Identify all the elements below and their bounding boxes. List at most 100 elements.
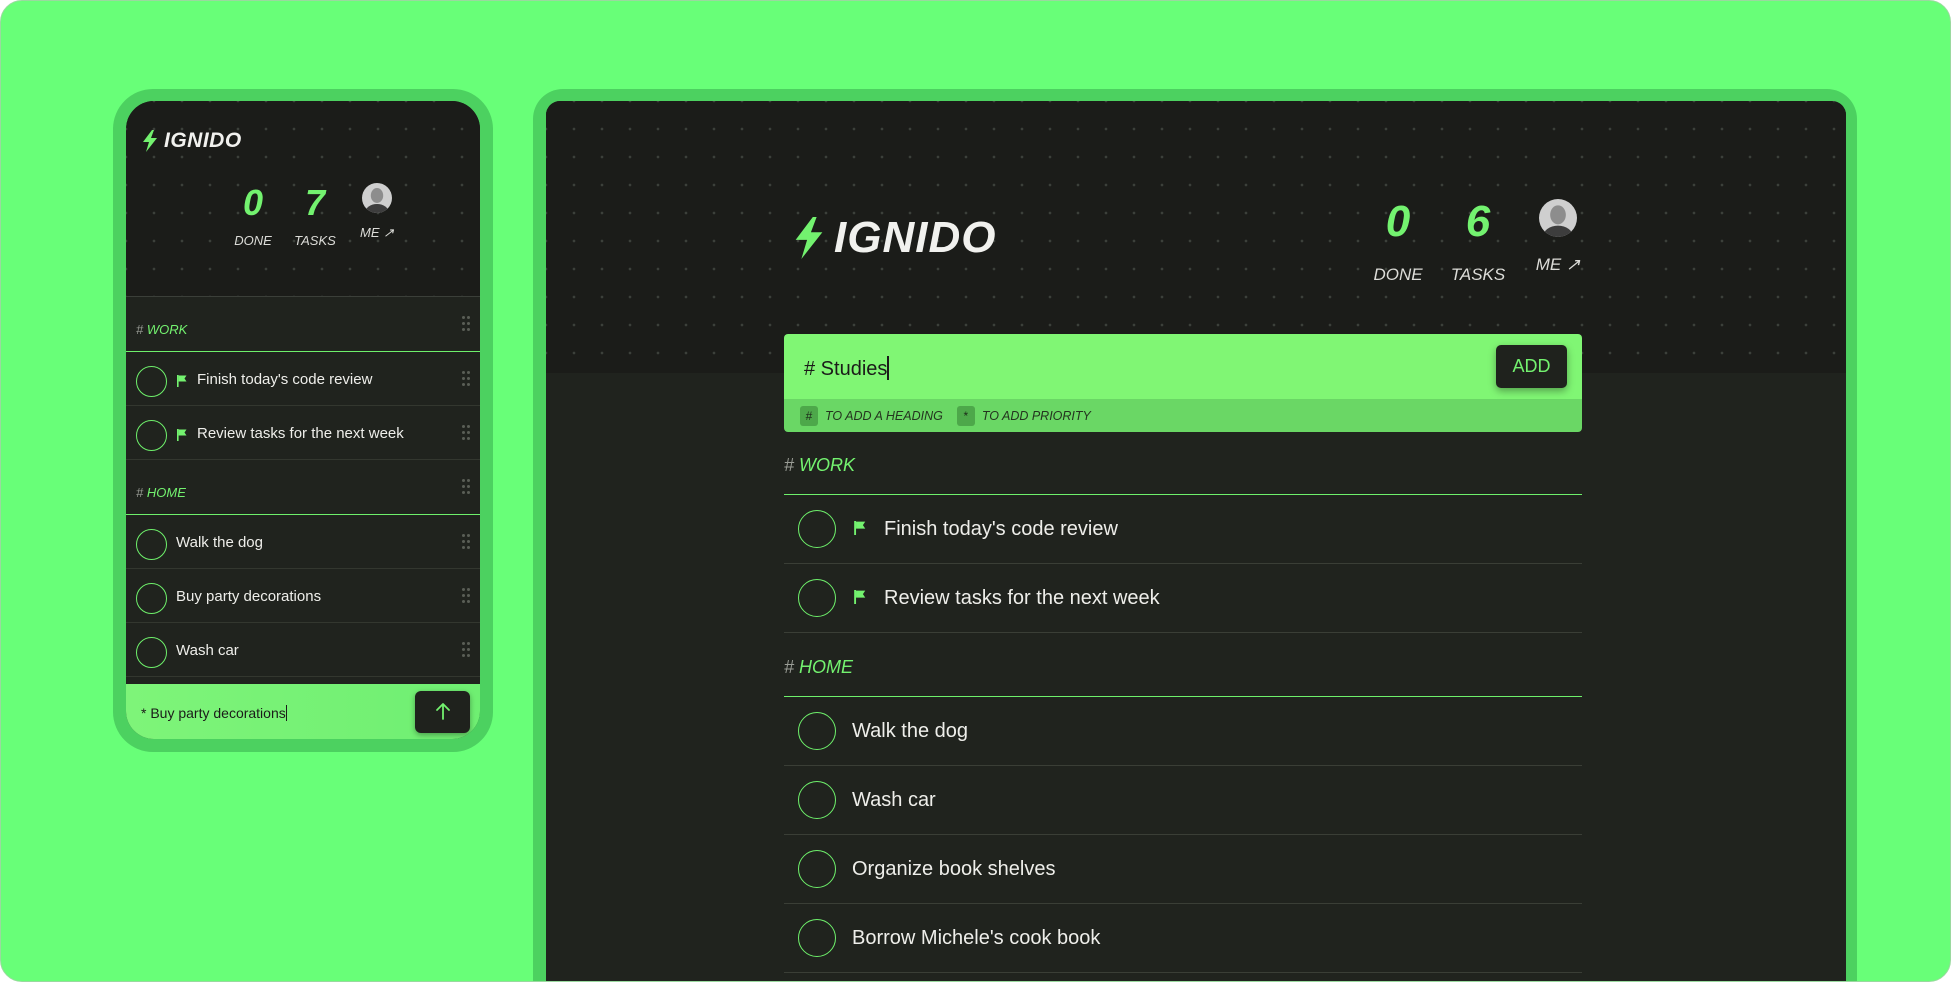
heading-hint-text: TO ADD A HEADING [825, 408, 943, 423]
tasks-stat: 7 TASKS [284, 181, 346, 248]
task-checkbox[interactable] [798, 712, 836, 750]
mobile-task-list: # WORK Finish today's code review Review… [126, 297, 480, 677]
task-row[interactable]: Borrow Michele's cook book [784, 904, 1582, 973]
task-checkbox[interactable] [136, 420, 167, 451]
task-text: Buy party decorations [176, 588, 322, 605]
section-heading-work[interactable]: # WORK [784, 446, 1582, 495]
task-row[interactable]: Walk the dog [126, 515, 480, 569]
arrow-up-icon [435, 702, 451, 723]
text-caret [887, 356, 889, 380]
priority-flag-icon [854, 590, 866, 609]
task-text: Wash car [852, 789, 936, 811]
task-text: Wash car [176, 642, 239, 659]
section-heading-home[interactable]: # HOME [126, 460, 480, 515]
lightning-bolt-icon [142, 130, 158, 152]
desktop-task-list: # WORK Finish today's code review Review… [784, 446, 1582, 973]
desktop-stats: 0 DONE 6 TASKS ME ↗ [1358, 197, 1598, 285]
drag-handle-icon[interactable] [462, 588, 470, 604]
desktop-task-input[interactable]: # Studies ADD # TO ADD A HEADING * TO AD… [784, 334, 1582, 432]
task-row[interactable]: Wash car [126, 623, 480, 677]
avatar [1539, 199, 1577, 237]
task-checkbox[interactable] [136, 366, 167, 397]
send-button[interactable] [415, 691, 470, 733]
task-text: Finish today's code review [197, 371, 373, 388]
task-text: Review tasks for the next week [197, 425, 404, 442]
tasks-count: 6 [1465, 197, 1491, 246]
mobile-stats: 0 DONE 7 TASKS ME ↗ [222, 181, 408, 248]
task-checkbox[interactable] [798, 579, 836, 617]
task-checkbox[interactable] [798, 919, 836, 957]
priority-hint: * TO ADD PRIORITY [956, 405, 1091, 426]
task-text: Finish today's code review [884, 518, 1118, 540]
task-text: Organize book shelves [852, 858, 1056, 880]
task-row[interactable]: Finish today's code review [784, 495, 1582, 564]
me-link[interactable]: ME ↗ [346, 181, 408, 248]
section-heading-home[interactable]: # HOME [784, 648, 1582, 697]
hash-symbol: # [784, 657, 795, 677]
desktop-brand[interactable]: IGNIDO [792, 213, 996, 263]
task-row[interactable]: Wash car [784, 766, 1582, 835]
me-label: ME ↗ [359, 225, 394, 240]
section-title: WORK [799, 455, 856, 475]
task-row[interactable]: Walk the dog [784, 697, 1582, 766]
brand-name: IGNIDO [834, 213, 997, 262]
task-text: Borrow Michele's cook book [852, 927, 1101, 949]
priority-flag-icon [177, 374, 187, 392]
done-label: DONE [1373, 265, 1423, 284]
tasks-label: TASKS [294, 233, 336, 248]
section-title: HOME [146, 485, 186, 500]
section-heading-work[interactable]: # WORK [126, 297, 480, 352]
mobile-task-input[interactable]: * Buy party decorations [126, 684, 480, 739]
brand-name: IGNIDO [164, 129, 242, 152]
add-button[interactable]: ADD [1496, 345, 1567, 388]
drag-handle-icon[interactable] [462, 371, 470, 387]
done-stat: 0 DONE [1358, 197, 1438, 285]
task-checkbox[interactable] [136, 529, 167, 560]
task-row[interactable]: Finish today's code review [126, 352, 480, 406]
task-checkbox[interactable] [798, 781, 836, 819]
asterisk-key: * [956, 405, 975, 426]
drag-handle-icon[interactable] [462, 316, 470, 332]
task-checkbox[interactable] [136, 637, 167, 668]
priority-flag-icon [854, 521, 866, 540]
task-row[interactable]: Review tasks for the next week [784, 564, 1582, 633]
input-hints: # TO ADD A HEADING * TO ADD PRIORITY [784, 399, 1582, 432]
task-checkbox[interactable] [798, 850, 836, 888]
hash-symbol: # [136, 322, 144, 337]
priority-hint-text: TO ADD PRIORITY [981, 408, 1091, 423]
priority-flag-icon [177, 428, 187, 446]
hash-key: # [800, 405, 818, 426]
section-title: HOME [799, 657, 854, 677]
mobile-app: IGNIDO 0 DONE 7 TASKS ME ↗ # WORK Finish… [126, 101, 480, 739]
mobile-header: IGNIDO 0 DONE 7 TASKS ME ↗ [126, 101, 480, 297]
showcase-background: IGNIDO 0 DONE 7 TASKS ME ↗ # WORK Finish… [0, 0, 1951, 982]
mobile-brand[interactable]: IGNIDO [142, 129, 242, 153]
task-input-value: * Buy party decorations [141, 705, 286, 721]
task-checkbox[interactable] [136, 583, 167, 614]
task-row[interactable]: Organize book shelves [784, 835, 1582, 904]
tasks-count: 7 [304, 182, 326, 223]
task-row[interactable]: Buy party decorations [126, 569, 480, 623]
done-stat: 0 DONE [222, 181, 284, 248]
lightning-bolt-icon [792, 217, 826, 259]
task-text: Review tasks for the next week [884, 587, 1160, 609]
text-caret [285, 705, 287, 721]
drag-handle-icon[interactable] [462, 534, 470, 550]
section-title: WORK [146, 322, 188, 337]
desktop-app: IGNIDO 0 DONE 6 TASKS ME ↗ # Studies ADD… [546, 101, 1846, 981]
drag-handle-icon[interactable] [462, 642, 470, 658]
tasks-label: TASKS [1450, 265, 1506, 284]
task-input-value: # Studies [804, 358, 888, 380]
drag-handle-icon[interactable] [462, 425, 470, 441]
task-row[interactable]: Review tasks for the next week [126, 406, 480, 460]
avatar [362, 183, 392, 213]
hash-symbol: # [784, 455, 795, 475]
done-label: DONE [234, 233, 272, 248]
task-text: Walk the dog [852, 720, 968, 742]
task-checkbox[interactable] [798, 510, 836, 548]
done-count: 0 [242, 182, 264, 223]
hash-symbol: # [136, 485, 144, 500]
me-link[interactable]: ME ↗ [1518, 197, 1598, 285]
drag-handle-icon[interactable] [462, 479, 470, 495]
task-text: Walk the dog [176, 534, 263, 551]
